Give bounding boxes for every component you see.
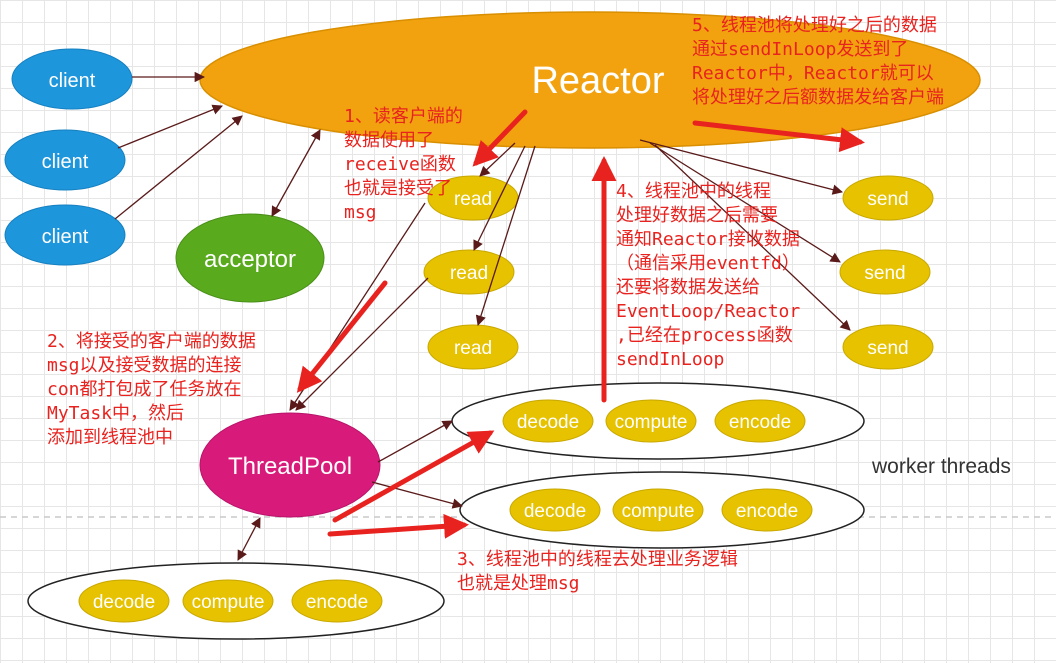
note-1-line-5: msg: [344, 202, 377, 223]
note-1-line-3: receive函数: [344, 154, 456, 175]
read-label-2: read: [450, 263, 488, 284]
decode-label-3: decode: [93, 592, 155, 613]
red-arrow-3b: [327, 513, 469, 539]
threadpool-worker3-arrow: [237, 517, 261, 561]
note-1-line-1: 1、读客户端的: [344, 106, 463, 127]
note-4-line-1: 4、线程池中的线程: [616, 181, 771, 202]
compute-label-3: compute: [192, 592, 265, 613]
note-5-line-2: 通过sendInLoop发送到了: [692, 39, 909, 60]
decode-label-2: decode: [524, 501, 586, 522]
threadpool-to-worker1-arrow: [377, 420, 453, 463]
note-5: 5、线程池将处理好之后的数据 通过sendInLoop发送到了 Reactor中…: [692, 14, 944, 110]
acceptor-label: acceptor: [204, 246, 296, 273]
note-1-line-2: 数据使用了: [344, 130, 434, 151]
note-1-line-4: 也就是接受了: [344, 178, 452, 199]
reactor-label: Reactor: [531, 60, 664, 102]
note-4-line-6: EventLoop/Reactor: [616, 301, 801, 322]
note-3-line-1: 3、线程池中的线程去处理业务逻辑: [457, 549, 738, 570]
send-label-1: send: [867, 189, 908, 210]
note-2-line-2: msg以及接受数据的连接: [47, 355, 242, 376]
note-3: 3、线程池中的线程去处理业务逻辑 也就是处理msg: [457, 548, 738, 596]
note-2-line-4: MyTask中，然后: [47, 403, 185, 424]
note-2-line-5: 添加到线程池中: [47, 427, 173, 448]
reactor-to-read1-arrow: [479, 142, 516, 177]
encode-label-2: encode: [736, 501, 798, 522]
client2-to-reactor-arrow: [117, 104, 223, 149]
note-2: 2、将接受的客户端的数据 msg以及接受数据的连接 con都打包成了任务放在 M…: [47, 330, 256, 450]
send-label-3: send: [867, 338, 908, 359]
encode-label-1: encode: [729, 412, 791, 433]
red-arrow-2: [296, 280, 388, 393]
note-2-line-1: 2、将接受的客户端的数据: [47, 331, 256, 352]
acceptor-reactor-arrow: [271, 129, 321, 217]
note-4-line-2: 处理好数据之后需要: [616, 205, 778, 226]
encode-label-3: encode: [306, 592, 368, 613]
note-4-line-7: ,已经在process函数: [616, 325, 793, 346]
reactor-to-read3-arrow: [475, 145, 536, 326]
note-2-line-3: con都打包成了任务放在: [47, 379, 242, 400]
compute-label-1: compute: [615, 412, 688, 433]
note-1: 1、读客户端的 数据使用了 receive函数 也就是接受了 msg: [344, 105, 463, 225]
client-label-3: client: [42, 226, 89, 248]
note-4: 4、线程池中的线程 处理好数据之后需要 通知Reactor接收数据 （通信采用e…: [616, 180, 800, 372]
note-4-line-8: sendInLoop: [616, 349, 725, 370]
decode-label-1: decode: [517, 412, 579, 433]
note-5-line-4: 将处理好之后额数据发给客户端: [692, 87, 944, 108]
worker-threads-label: worker threads: [871, 455, 1011, 478]
client-label-1: client: [49, 70, 96, 92]
note-5-line-1: 5、线程池将处理好之后的数据: [692, 15, 937, 36]
send-label-2: send: [864, 263, 905, 284]
read-label-3: read: [454, 338, 492, 359]
compute-label-2: compute: [622, 501, 695, 522]
note-4-line-3: 通知Reactor接收数据: [616, 229, 800, 250]
read-to-threadpool-arrow-2: [295, 277, 429, 411]
client3-to-reactor-arrow: [114, 115, 243, 220]
note-3-line-2: 也就是处理msg: [457, 573, 580, 594]
note-5-line-3: Reactor中，Reactor就可以: [692, 63, 934, 84]
note-4-line-4: （通信采用eventfd）: [616, 253, 800, 274]
note-4-line-5: 还要将数据发送给: [616, 277, 760, 298]
client-label-2: client: [42, 151, 89, 173]
threadpool-label: ThreadPool: [228, 453, 352, 480]
